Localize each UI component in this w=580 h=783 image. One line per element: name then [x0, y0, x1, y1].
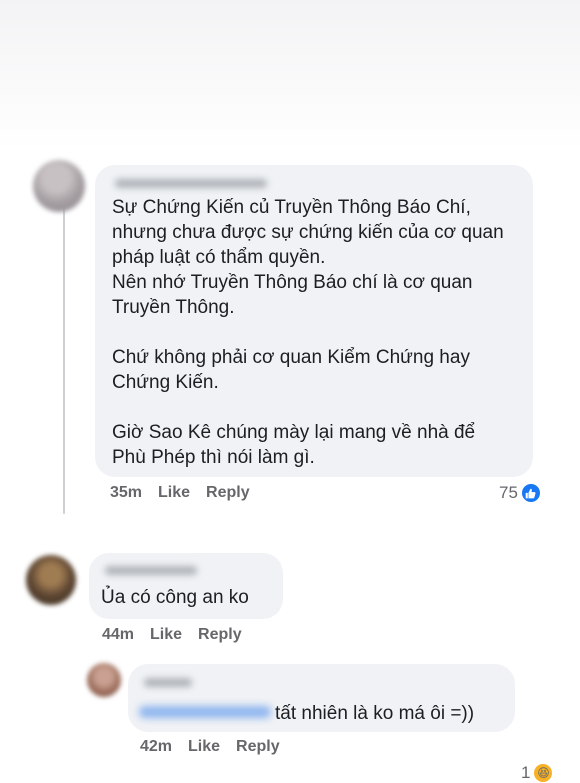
reaction-count: 1: [521, 763, 531, 782]
author-name-blurred[interactable]: [105, 566, 197, 575]
comment-actions: 42m Like Reply: [140, 738, 280, 756]
reply-button[interactable]: Reply: [198, 626, 242, 644]
avatar[interactable]: [87, 663, 121, 697]
thread-line: [63, 186, 65, 514]
like-button[interactable]: Like: [150, 626, 182, 644]
background-fade: [0, 0, 580, 150]
like-icon: [521, 484, 540, 502]
reply-button[interactable]: Reply: [236, 738, 280, 756]
reaction-summary[interactable]: 75: [499, 483, 540, 503]
reply-button[interactable]: Reply: [206, 484, 250, 502]
reaction-summary[interactable]: 1 😆: [521, 763, 553, 783]
haha-icon: 😆: [534, 764, 553, 782]
comment-text: tất nhiên là ko má ôi =)): [275, 703, 475, 724]
author-name-blurred[interactable]: [115, 179, 267, 188]
like-button[interactable]: Like: [188, 738, 220, 756]
comment-time[interactable]: 44m: [102, 626, 134, 644]
mention-blurred[interactable]: [139, 706, 271, 718]
comment-actions: 35m Like Reply: [110, 484, 250, 502]
comment-actions: 44m Like Reply: [102, 626, 242, 644]
comment-bubble: tất nhiên là ko má ôi =)): [128, 664, 515, 732]
author-name-blurred[interactable]: [144, 678, 192, 687]
avatar[interactable]: [26, 555, 76, 605]
comment-time[interactable]: 42m: [140, 738, 172, 756]
comment-bubble: Ủa có công an ko: [89, 553, 283, 619]
reaction-count: 75: [499, 483, 518, 502]
comment-time[interactable]: 35m: [110, 484, 142, 502]
like-button[interactable]: Like: [158, 484, 190, 502]
avatar[interactable]: [33, 160, 85, 212]
comment-bubble: Sự Chứng Kiến củ Truyền Thông Báo Chí, n…: [95, 165, 533, 477]
comment-text: Sự Chứng Kiến củ Truyền Thông Báo Chí, n…: [112, 197, 504, 468]
comment-text: Ủa có công an ko: [101, 587, 249, 608]
